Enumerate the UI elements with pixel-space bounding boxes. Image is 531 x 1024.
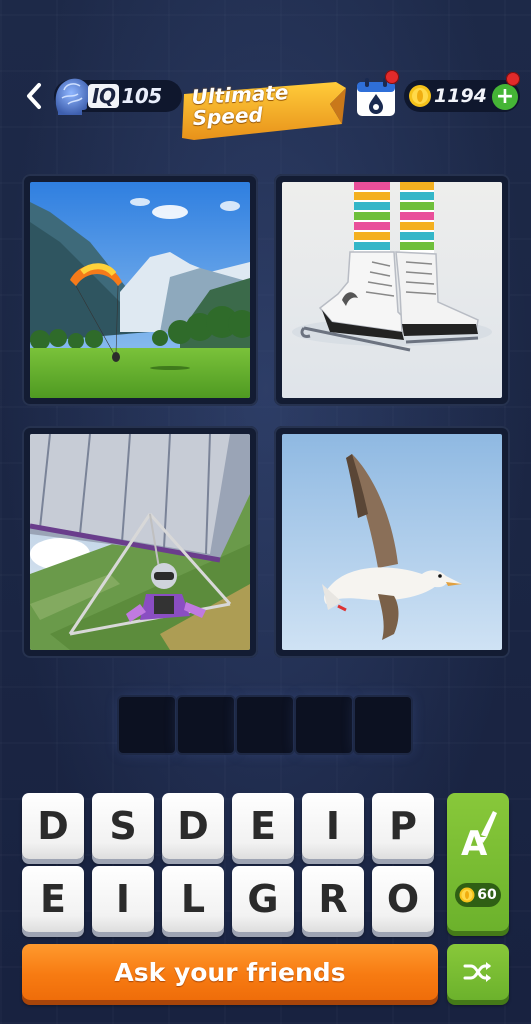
letter-tile[interactable]: P bbox=[372, 793, 434, 859]
coin-icon bbox=[409, 85, 431, 107]
letter-tile[interactable]: I bbox=[302, 793, 364, 859]
picture-1-paraglider[interactable] bbox=[22, 174, 258, 406]
answer-slot-5[interactable] bbox=[355, 697, 411, 753]
seagull-photo bbox=[282, 434, 502, 650]
event-banner-label: Ultimate Speed bbox=[191, 80, 313, 130]
coins-value: 1194 bbox=[434, 85, 487, 107]
reveal-letter-hint-button[interactable]: A 60 bbox=[447, 793, 509, 931]
letter-tile[interactable]: E bbox=[232, 793, 294, 859]
letter-tile[interactable]: I bbox=[92, 866, 154, 932]
ask-friends-button[interactable]: Ask your friends bbox=[22, 944, 438, 1000]
letter-tile[interactable]: R bbox=[302, 866, 364, 932]
paraglider-photo bbox=[30, 182, 250, 398]
top-bar: IQ 105 Ultimate Speed 1194 + bbox=[0, 0, 531, 160]
hint-cost-value: 60 bbox=[477, 887, 497, 903]
letter-tile[interactable]: G bbox=[232, 866, 294, 932]
picture-2-ice-skates[interactable] bbox=[274, 174, 510, 406]
letter-tile[interactable]: E bbox=[22, 866, 84, 932]
hint-cost: 60 bbox=[455, 883, 501, 907]
letter-tile[interactable]: O bbox=[372, 866, 434, 932]
back-button[interactable] bbox=[18, 78, 50, 114]
shuffle-icon bbox=[463, 962, 491, 982]
iq-score: IQ 105 bbox=[88, 84, 162, 110]
picture-4-seagull[interactable] bbox=[274, 426, 510, 658]
shuffle-button[interactable] bbox=[447, 944, 509, 1000]
calendar-notification-dot bbox=[385, 70, 399, 84]
letter-tile[interactable]: L bbox=[162, 866, 224, 932]
answer-slot-4[interactable] bbox=[296, 697, 352, 753]
coin-icon bbox=[459, 887, 475, 903]
answer-slot-3[interactable] bbox=[237, 697, 293, 753]
letter-a-brush-icon: A bbox=[461, 811, 497, 859]
chevron-left-icon bbox=[27, 83, 41, 109]
iq-value: 105 bbox=[121, 84, 162, 108]
coins-notification-dot bbox=[506, 72, 520, 86]
letter-tile[interactable]: D bbox=[162, 793, 224, 859]
ice-skates-photo bbox=[282, 182, 502, 398]
letter-tile[interactable]: S bbox=[92, 793, 154, 859]
hang-glider-photo bbox=[30, 434, 250, 650]
plus-icon: + bbox=[495, 84, 515, 109]
answer-slot-1[interactable] bbox=[119, 697, 175, 753]
ask-friends-label: Ask your friends bbox=[114, 957, 346, 987]
answer-slot-2[interactable] bbox=[178, 697, 234, 753]
picture-3-hang-glider[interactable] bbox=[22, 426, 258, 658]
letter-tile[interactable]: D bbox=[22, 793, 84, 859]
iq-label: IQ bbox=[88, 84, 120, 108]
add-coins-button[interactable]: + bbox=[492, 84, 518, 110]
